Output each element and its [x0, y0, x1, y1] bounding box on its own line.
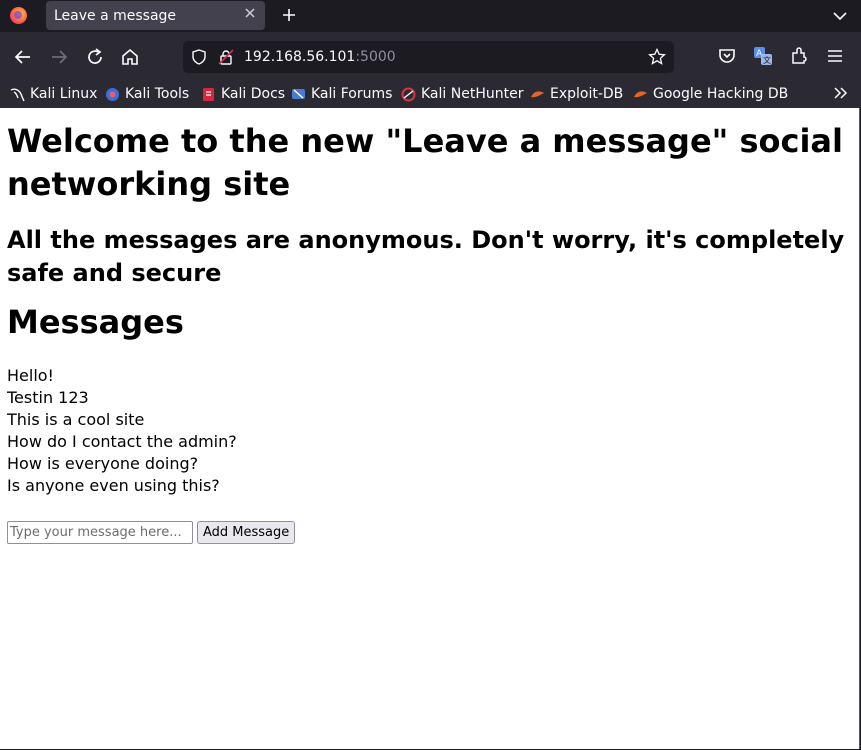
bookmark-label: Kali NetHunter [421, 86, 524, 102]
svg-text:文: 文 [763, 55, 771, 65]
message-form: Add Message [7, 521, 852, 544]
bookmark-kali-forums[interactable]: Kali Forums [291, 84, 392, 104]
chevron-down-icon[interactable] [833, 8, 847, 27]
exploit-db-icon [530, 87, 545, 102]
forward-icon[interactable] [48, 46, 70, 68]
home-icon[interactable] [119, 46, 141, 68]
message-item: Is anyone even using this? [7, 476, 220, 495]
bookmark-kali-tools[interactable]: Kali Tools [105, 84, 189, 104]
message-input[interactable] [7, 521, 193, 544]
url-port: :5000 [355, 49, 396, 65]
insecure-lock-icon[interactable] [218, 49, 234, 69]
kali-tools-icon [105, 87, 120, 102]
tab-strip: Leave a message [0, 0, 861, 32]
message-item: Testin 123 [7, 388, 89, 407]
tab-close-icon[interactable] [243, 6, 257, 24]
message-item: Hello! [7, 366, 54, 385]
bookmark-kali-docs[interactable]: Kali Docs [201, 84, 285, 104]
navigation-toolbar: 192.168.56.101:5000 A文 [0, 32, 861, 82]
message-item: How do I contact the admin? [7, 432, 237, 451]
chevron-double-right-icon[interactable] [833, 85, 849, 105]
bookmark-google-hacking-db[interactable]: Google Hacking DB [633, 84, 788, 104]
bookmark-kali-nethunter[interactable]: Kali NetHunter [401, 84, 523, 104]
page-title: Welcome to the new "Leave a message" soc… [7, 122, 843, 203]
kali-docs-icon [201, 87, 216, 102]
reload-icon[interactable] [84, 46, 106, 68]
message-list: Hello! Testin 123 This is a cool site Ho… [7, 365, 852, 497]
kali-dragon-icon [10, 87, 25, 102]
tab-title: Leave a message [54, 8, 177, 24]
url-text[interactable]: 192.168.56.101:5000 [244, 49, 396, 65]
bookmark-label: Kali Tools [125, 86, 190, 102]
add-message-button[interactable]: Add Message [197, 521, 296, 544]
url-host: 192.168.56.101 [244, 49, 356, 65]
bookmark-label: Kali Linux [30, 86, 98, 102]
translate-icon[interactable]: A文 [753, 46, 773, 66]
page-content: Welcome to the new "Leave a message" soc… [0, 108, 860, 749]
bookmark-exploit-db[interactable]: Exploit-DB [530, 84, 623, 104]
bookmark-star-icon[interactable] [648, 47, 666, 70]
pocket-icon[interactable] [717, 46, 737, 66]
tab-active[interactable]: Leave a message [46, 1, 265, 30]
back-icon[interactable] [12, 46, 34, 68]
shield-icon[interactable] [191, 49, 207, 69]
bookmark-label: Kali Docs [221, 86, 286, 102]
firefox-logo-icon[interactable] [10, 7, 27, 24]
kali-forums-icon [291, 87, 306, 102]
message-item: How is everyone doing? [7, 454, 199, 473]
ghdb-icon [633, 87, 648, 102]
url-bar[interactable]: 192.168.56.101:5000 [183, 41, 674, 73]
bookmark-kali-linux[interactable]: Kali Linux [10, 84, 97, 104]
bookmark-label: Kali Forums [311, 86, 393, 102]
menu-icon[interactable] [825, 46, 845, 66]
new-tab-plus-icon[interactable] [280, 3, 298, 27]
bookmark-label: Google Hacking DB [653, 86, 789, 102]
messages-heading: Messages [7, 303, 184, 341]
bookmarks-toolbar: Kali Linux Kali Tools Kali Docs Kali For… [0, 82, 861, 108]
bookmark-label: Exploit-DB [550, 86, 624, 102]
extensions-icon[interactable] [789, 46, 809, 66]
message-item: This is a cool site [7, 410, 145, 429]
nethunter-icon [401, 87, 416, 102]
page-subtitle: All the messages are anonymous. Don't wo… [7, 226, 845, 287]
